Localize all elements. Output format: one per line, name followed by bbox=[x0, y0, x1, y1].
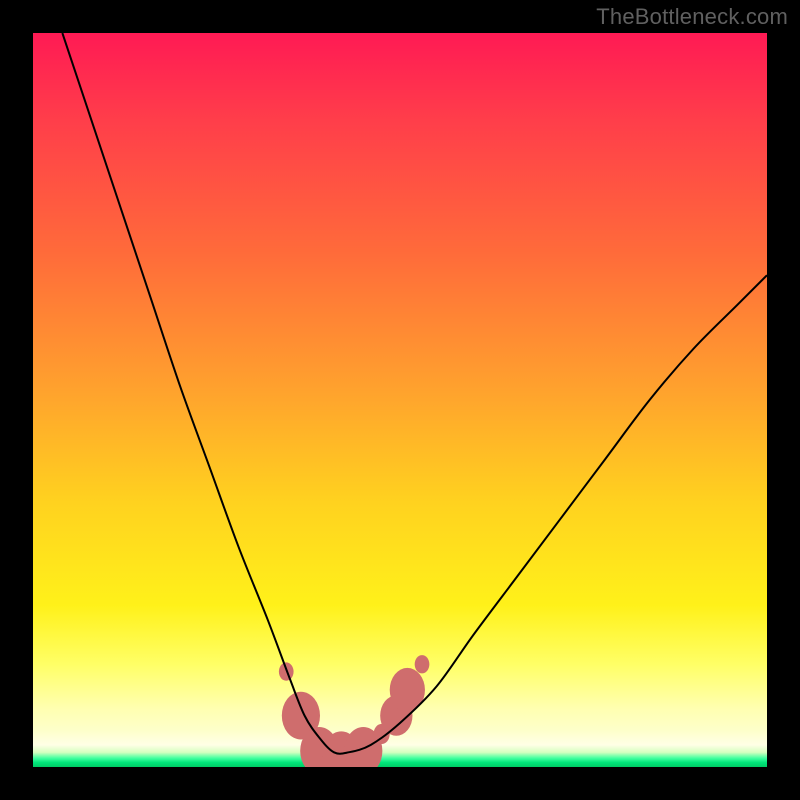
chart-svg bbox=[33, 33, 767, 767]
outer-frame: TheBottleneck.com bbox=[0, 0, 800, 800]
watermark-text: TheBottleneck.com bbox=[596, 4, 788, 30]
plot-area bbox=[33, 33, 767, 767]
bottleneck-curve-line bbox=[62, 33, 767, 754]
right-dot-upper bbox=[415, 655, 430, 673]
